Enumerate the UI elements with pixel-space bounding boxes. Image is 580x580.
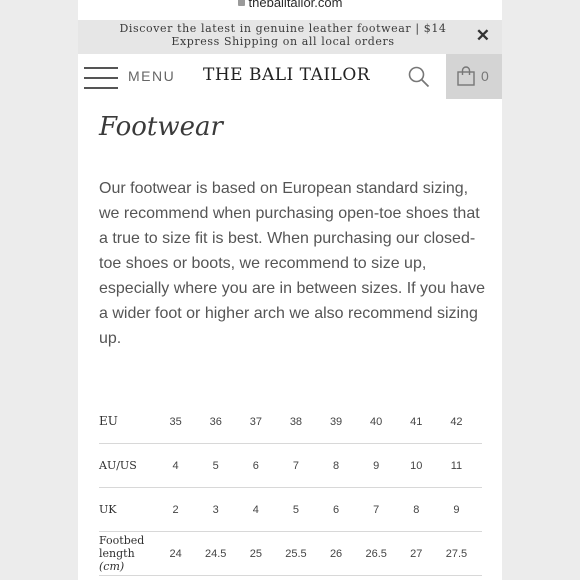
table-cell: 25 bbox=[241, 531, 271, 576]
browser-url-bar[interactable]: theballtailor.com bbox=[78, 0, 502, 18]
size-table: EU 35 36 37 38 39 40 41 42 AU/US 4 5 6 7 8 9 10 11 UK 2 3 4 5 6… bbox=[99, 400, 482, 576]
table-cell: 4 bbox=[161, 443, 191, 488]
table-cell: 7 bbox=[270, 443, 322, 488]
menu-label: MENU bbox=[128, 68, 176, 84]
table-cell: 27 bbox=[401, 531, 431, 576]
url-display[interactable]: theballtailor.com bbox=[78, 0, 502, 10]
table-cell: 24.5 bbox=[190, 531, 242, 576]
row-label-text: UK bbox=[99, 503, 117, 516]
shopping-bag-icon bbox=[457, 66, 475, 86]
hamburger-icon bbox=[84, 66, 118, 89]
table-cell: 6 bbox=[321, 487, 351, 532]
table-cell: 27.5 bbox=[430, 531, 482, 576]
table-cell: 11 bbox=[430, 443, 482, 488]
table-cell: 5 bbox=[270, 487, 322, 532]
table-cell: 2 bbox=[161, 487, 191, 532]
table-cell: 40 bbox=[350, 400, 402, 444]
cart-count: 0 bbox=[481, 68, 489, 84]
url-text: theballtailor.com bbox=[248, 0, 343, 10]
row-label-text: EU bbox=[99, 414, 118, 428]
table-cell: 38 bbox=[270, 400, 322, 444]
row-label: EU bbox=[99, 400, 161, 444]
table-row: UK 2 3 4 5 6 7 8 9 bbox=[99, 487, 482, 532]
lock-icon bbox=[237, 0, 245, 6]
table-cell: 10 bbox=[401, 443, 431, 488]
table-cell: 3 bbox=[190, 487, 242, 532]
page-title: Footwear bbox=[99, 112, 223, 142]
table-row: EU 35 36 37 38 39 40 41 42 bbox=[99, 400, 482, 444]
table-row: Footbed length (cm) 24 24.5 25 25.5 26 26.5 27 27… bbox=[99, 531, 482, 576]
row-label-text: Footbed bbox=[99, 534, 145, 547]
row-label: Footbed length (cm) bbox=[99, 531, 161, 576]
close-icon[interactable]: ✕ bbox=[476, 27, 490, 45]
table-cell: 7 bbox=[350, 487, 402, 532]
table-cell: 36 bbox=[190, 400, 242, 444]
table-cell: 42 bbox=[430, 400, 482, 444]
search-icon bbox=[408, 66, 430, 88]
table-cell: 8 bbox=[401, 487, 431, 532]
table-cell: 26.5 bbox=[350, 531, 402, 576]
page: theballtailor.com Discover the latest in… bbox=[78, 0, 502, 580]
site-header: MENU THE BALI TAILOR 0 bbox=[78, 54, 502, 99]
table-cell: 8 bbox=[321, 443, 351, 488]
sizing-description: Our footwear is based on European standa… bbox=[99, 180, 485, 347]
site-logo[interactable]: THE BALI TAILOR bbox=[203, 65, 370, 85]
unit-label: (cm) bbox=[99, 560, 125, 573]
table-cell: 24 bbox=[161, 531, 191, 576]
cart-button[interactable]: 0 bbox=[446, 54, 502, 99]
table-cell: 6 bbox=[241, 443, 271, 488]
menu-button[interactable]: MENU bbox=[84, 64, 184, 90]
table-cell: 9 bbox=[350, 443, 402, 488]
table-row: AU/US 4 5 6 7 8 9 10 11 bbox=[99, 443, 482, 488]
table-cell: 39 bbox=[321, 400, 351, 444]
row-label-line2: length bbox=[99, 547, 135, 560]
row-label: AU/US bbox=[99, 443, 161, 488]
table-cell: 41 bbox=[401, 400, 431, 444]
table-cell: 35 bbox=[161, 400, 191, 444]
promo-banner: Discover the latest in genuine leather f… bbox=[78, 20, 502, 54]
search-button[interactable] bbox=[408, 66, 430, 88]
promo-text: Discover the latest in genuine leather f… bbox=[119, 22, 447, 48]
table-cell: 5 bbox=[190, 443, 242, 488]
table-cell: 26 bbox=[321, 531, 351, 576]
table-cell: 25.5 bbox=[270, 531, 322, 576]
table-cell: 9 bbox=[430, 487, 482, 532]
table-cell: 4 bbox=[241, 487, 271, 532]
table-cell: 37 bbox=[241, 400, 271, 444]
row-label: UK bbox=[99, 487, 161, 532]
row-label-text: AU/US bbox=[99, 459, 137, 472]
